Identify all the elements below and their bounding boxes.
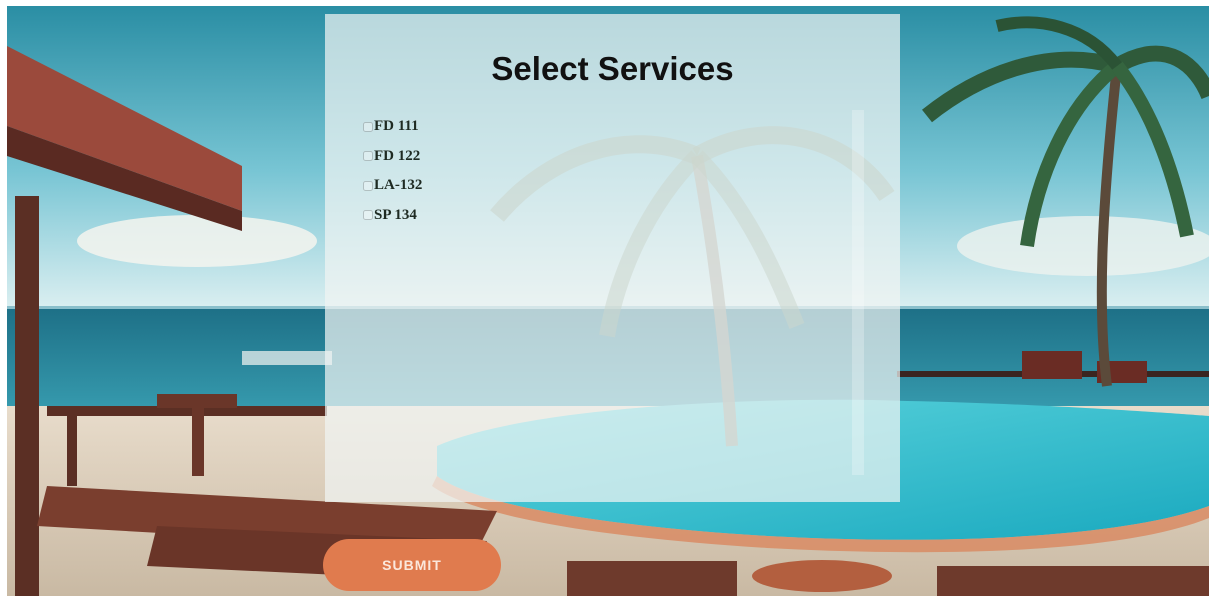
service-checkbox-sp134[interactable] — [363, 210, 373, 221]
page-title: Select Services — [491, 50, 734, 87]
service-option-la132[interactable]: LA-132 — [363, 171, 422, 201]
service-label: SP 134 — [374, 206, 417, 223]
service-checkbox-fd122[interactable] — [363, 151, 373, 162]
submit-button[interactable]: SUBMIT — [323, 539, 501, 591]
service-checkbox-la132[interactable] — [363, 180, 373, 191]
service-list: FD 111 FD 122 LA-132 SP 134 — [363, 112, 422, 230]
service-checkbox-fd111[interactable] — [363, 121, 373, 132]
service-option-fd122[interactable]: FD 122 — [363, 142, 422, 172]
service-option-fd111[interactable]: FD 111 — [363, 112, 422, 142]
panel-scrollbar[interactable] — [852, 110, 864, 475]
service-label: FD 122 — [374, 147, 421, 164]
select-services-panel: Select Services FD 111 FD 122 LA-132 SP … — [325, 14, 900, 502]
service-label: LA-132 — [374, 177, 423, 194]
service-option-sp134[interactable]: SP 134 — [363, 201, 422, 231]
service-label: FD 111 — [374, 118, 419, 135]
